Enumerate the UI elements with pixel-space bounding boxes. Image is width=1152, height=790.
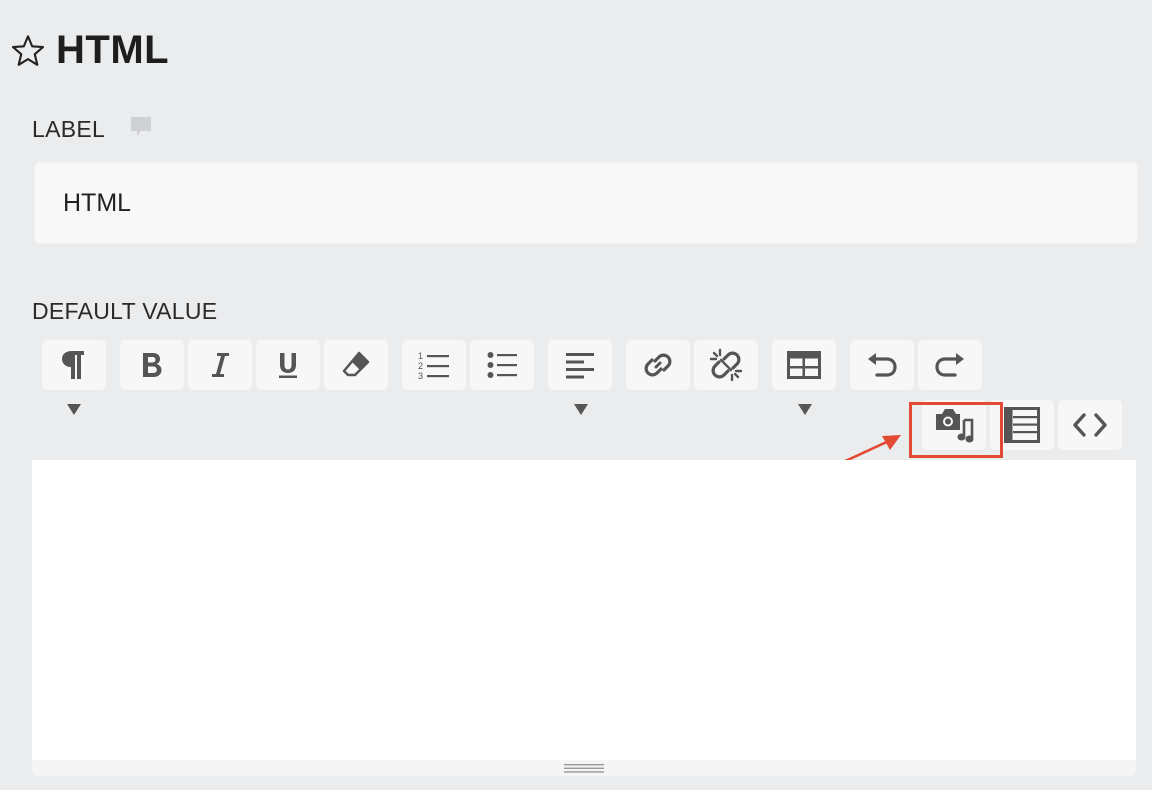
bold-button[interactable] <box>120 340 184 390</box>
eraser-icon <box>342 351 370 377</box>
label-field-label: LABEL <box>32 116 106 142</box>
paragraph-format-button[interactable] <box>42 340 106 390</box>
table-icon <box>787 351 821 379</box>
list-icon <box>1004 407 1040 443</box>
underline-icon <box>279 353 297 378</box>
clear-formatting-button[interactable] <box>324 340 388 390</box>
align-dropdown-caret[interactable] <box>574 404 588 415</box>
remove-link-button[interactable] <box>694 340 758 390</box>
undo-button[interactable] <box>850 340 914 390</box>
italic-button[interactable] <box>188 340 252 390</box>
ordered-list-button[interactable]: 1 2 3 <box>402 340 466 390</box>
table-dropdown-caret[interactable] <box>798 404 812 415</box>
default-value-label: DEFAULT VALUE <box>32 298 218 324</box>
unlink-icon <box>709 348 743 382</box>
align-button[interactable] <box>548 340 612 390</box>
undo-icon <box>868 353 897 377</box>
comment-icon[interactable] <box>129 115 153 139</box>
redo-icon <box>935 353 964 377</box>
align-left-icon <box>566 353 594 379</box>
insert-link-button[interactable] <box>626 340 690 390</box>
unordered-list-button[interactable] <box>470 340 534 390</box>
insert-table-button[interactable] <box>772 340 836 390</box>
page-header: HTML <box>10 28 169 73</box>
label-field-header: LABEL <box>32 116 153 143</box>
link-icon <box>644 353 672 377</box>
editor-content-area[interactable] <box>32 460 1136 760</box>
unordered-list-icon <box>487 352 517 378</box>
ordered-list-icon: 1 2 3 <box>418 351 449 380</box>
bold-icon <box>143 353 162 377</box>
paragraph-dropdown-caret[interactable] <box>67 404 81 415</box>
code-icon <box>1073 413 1107 437</box>
paragraph-icon <box>62 351 84 379</box>
label-input[interactable]: HTML <box>34 162 1138 244</box>
annotation-highlight-box <box>909 402 1003 458</box>
italic-icon <box>212 353 229 377</box>
svg-text:2: 2 <box>418 361 423 371</box>
svg-text:1: 1 <box>418 351 423 361</box>
star-icon[interactable] <box>10 33 46 69</box>
redo-button[interactable] <box>918 340 982 390</box>
source-code-button[interactable] <box>1058 400 1122 450</box>
page-title: HTML <box>56 28 170 72</box>
svg-text:3: 3 <box>418 371 423 380</box>
resize-handle-icon[interactable] <box>564 764 604 773</box>
underline-button[interactable] <box>256 340 320 390</box>
